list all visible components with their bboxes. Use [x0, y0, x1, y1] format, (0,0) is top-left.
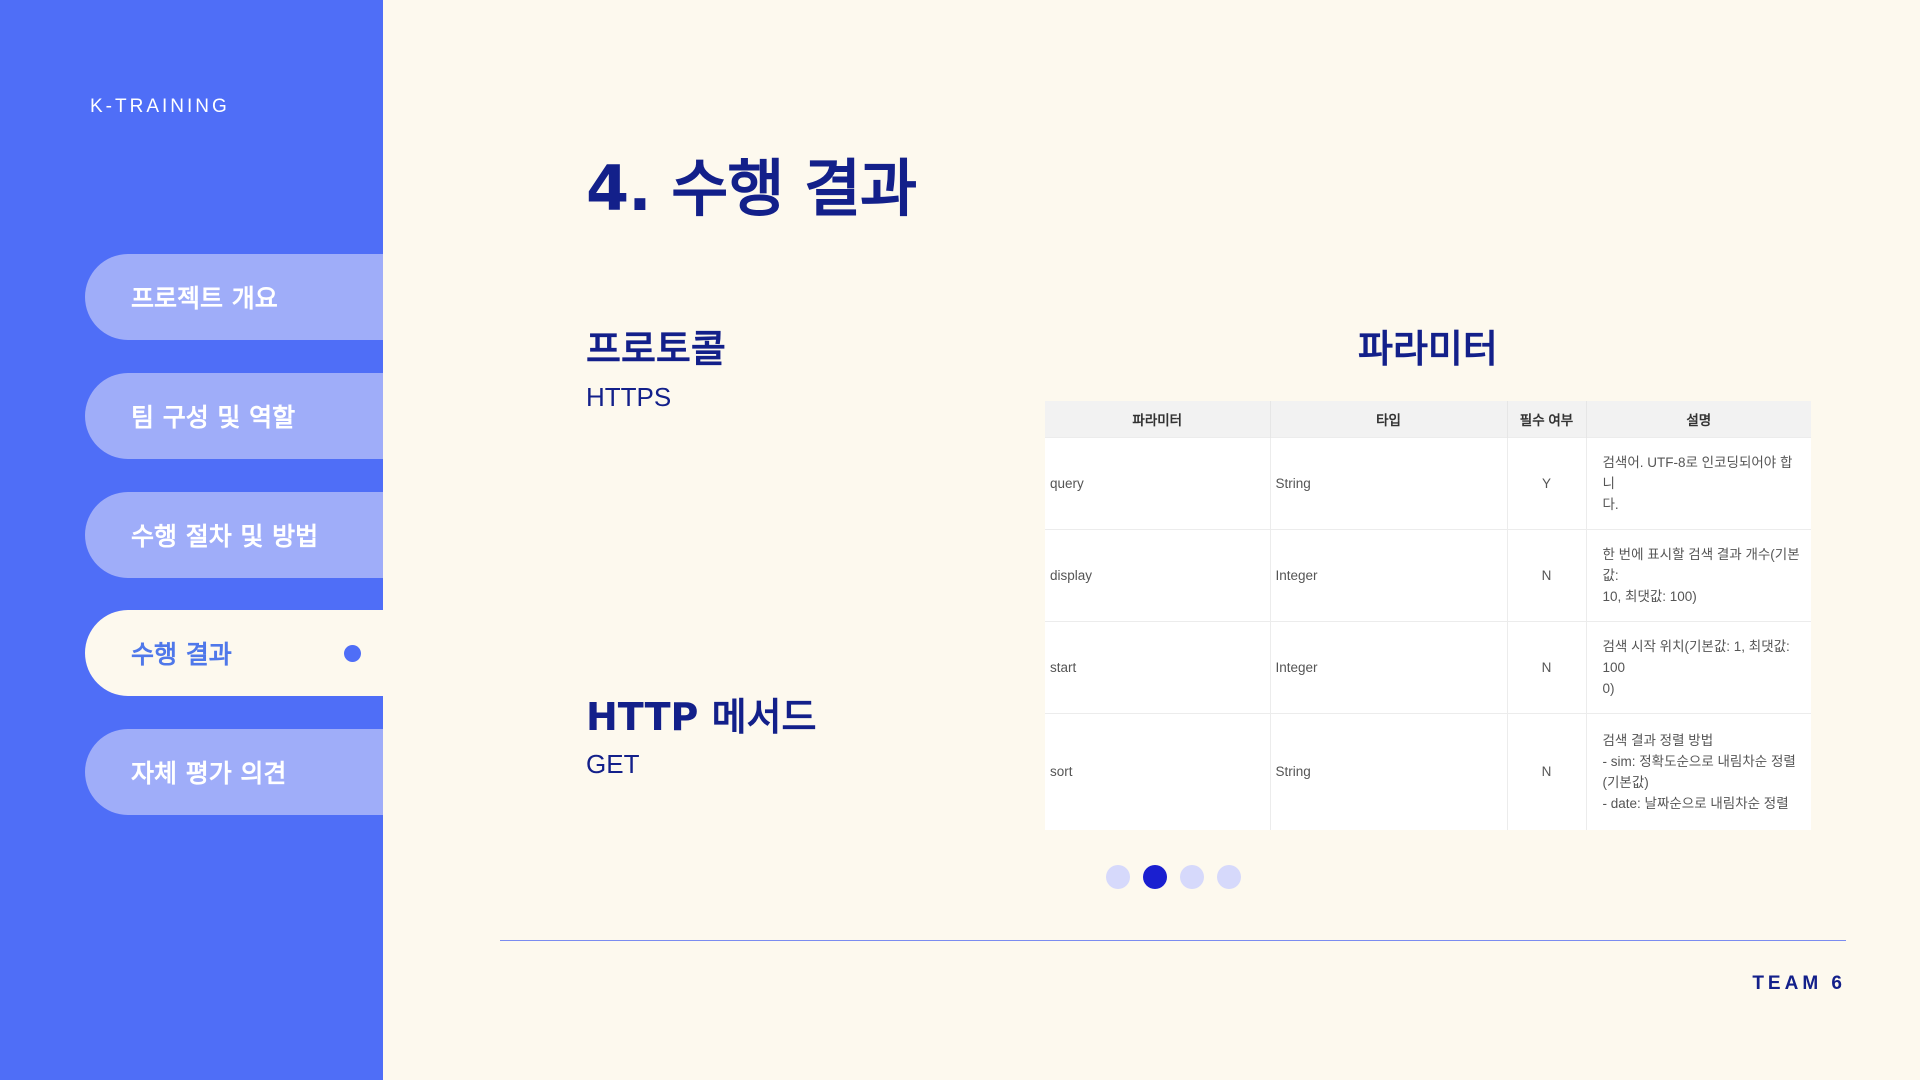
param-name: query	[1045, 437, 1271, 530]
nav-item-self-evaluation[interactable]: 자체 평가 의견	[85, 729, 383, 815]
column-header-type: 타입	[1270, 401, 1508, 438]
description-line: 10, 최댓값: 100)	[1602, 589, 1697, 604]
team-label: TEAM 6	[1752, 973, 1846, 994]
http-method-value: GET	[586, 749, 640, 779]
table-row: display Integer N 한 번에 표시할 검색 결과 개수(기본값:…	[1045, 529, 1811, 622]
table-row: query String Y 검색어. UTF-8로 인코딩되어야 합니 다.	[1045, 437, 1811, 530]
description-line: - sim: 정확도순으로 내림차순 정렬	[1602, 753, 1796, 769]
nav-item-label: 팀 구성 및 역할	[131, 403, 296, 432]
column-header-required: 필수 여부	[1507, 401, 1587, 438]
param-name: sort	[1045, 713, 1271, 830]
nav-item-project-overview[interactable]: 프로젝트 개요	[85, 254, 383, 340]
param-required: N	[1507, 713, 1587, 830]
protocol-value: HTTPS	[586, 382, 672, 412]
param-required: Y	[1507, 437, 1587, 530]
table-row: sort String N 검색 결과 정렬 방법 - sim: 정확도순으로 …	[1045, 713, 1811, 830]
active-indicator-dot	[344, 645, 361, 662]
footer-divider	[500, 940, 1846, 941]
nav-item-label: 자체 평가 의견	[131, 759, 287, 788]
param-name: start	[1045, 621, 1271, 714]
description-line: 검색 시작 위치(기본값: 1, 최댓값: 100	[1602, 639, 1790, 675]
pager-dot[interactable]	[1217, 865, 1241, 889]
description-line: 검색어. UTF-8로 인코딩되어야 합니	[1602, 455, 1793, 491]
param-type: Integer	[1270, 529, 1508, 622]
nav-item-results[interactable]: 수행 결과	[85, 610, 383, 696]
param-required: N	[1507, 621, 1587, 714]
parameters-table: 파라미터 타입 필수 여부 설명 query String Y 검색어. UTF…	[1045, 401, 1811, 830]
param-name: display	[1045, 529, 1271, 622]
protocol-heading: 프로토콜	[586, 327, 726, 371]
description-line: - date: 날짜순으로 내림차순 정렬	[1602, 795, 1789, 811]
description-line: (기본값)	[1602, 774, 1649, 790]
param-description: 한 번에 표시할 검색 결과 개수(기본값: 10, 최댓값: 100)	[1586, 529, 1811, 622]
param-type: String	[1270, 713, 1508, 830]
brand-label: K-TRAINING	[90, 96, 230, 117]
param-required: N	[1507, 529, 1587, 622]
http-method-heading: HTTP 메서드	[586, 695, 817, 739]
sidebar: K-TRAINING 프로젝트 개요 팀 구성 및 역할 수행 절차 및 방법 …	[0, 0, 383, 1080]
description-line: 다.	[1602, 497, 1619, 512]
nav-item-team-roles[interactable]: 팀 구성 및 역할	[85, 373, 383, 459]
nav-item-label: 수행 절차 및 방법	[131, 522, 319, 551]
page-title: 4. 수행 결과	[586, 152, 917, 225]
nav-item-label: 수행 결과	[131, 640, 232, 669]
nav-item-label: 프로젝트 개요	[131, 284, 278, 313]
table-header-row: 파라미터 타입 필수 여부 설명	[1045, 401, 1811, 438]
pager-dot[interactable]	[1106, 865, 1130, 889]
param-description: 검색 결과 정렬 방법 - sim: 정확도순으로 내림차순 정렬 (기본값) …	[1586, 713, 1811, 830]
description-line: 검색 결과 정렬 방법	[1602, 732, 1714, 748]
column-header-parameter: 파라미터	[1045, 401, 1271, 438]
param-description: 검색 시작 위치(기본값: 1, 최댓값: 100 0)	[1586, 621, 1811, 714]
slide-pager	[1106, 865, 1241, 889]
pager-dot[interactable]	[1143, 865, 1167, 889]
param-type: String	[1270, 437, 1508, 530]
pager-dot[interactable]	[1180, 865, 1204, 889]
description-line: 0)	[1602, 681, 1615, 696]
nav-item-procedure[interactable]: 수행 절차 및 방법	[85, 492, 383, 578]
param-description: 검색어. UTF-8로 인코딩되어야 합니 다.	[1586, 437, 1811, 530]
table-row: start Integer N 검색 시작 위치(기본값: 1, 최댓값: 10…	[1045, 621, 1811, 714]
description-line: 한 번에 표시할 검색 결과 개수(기본값:	[1602, 547, 1800, 583]
column-header-description: 설명	[1586, 401, 1811, 438]
param-type: Integer	[1270, 621, 1508, 714]
parameters-heading: 파라미터	[1358, 327, 1498, 371]
